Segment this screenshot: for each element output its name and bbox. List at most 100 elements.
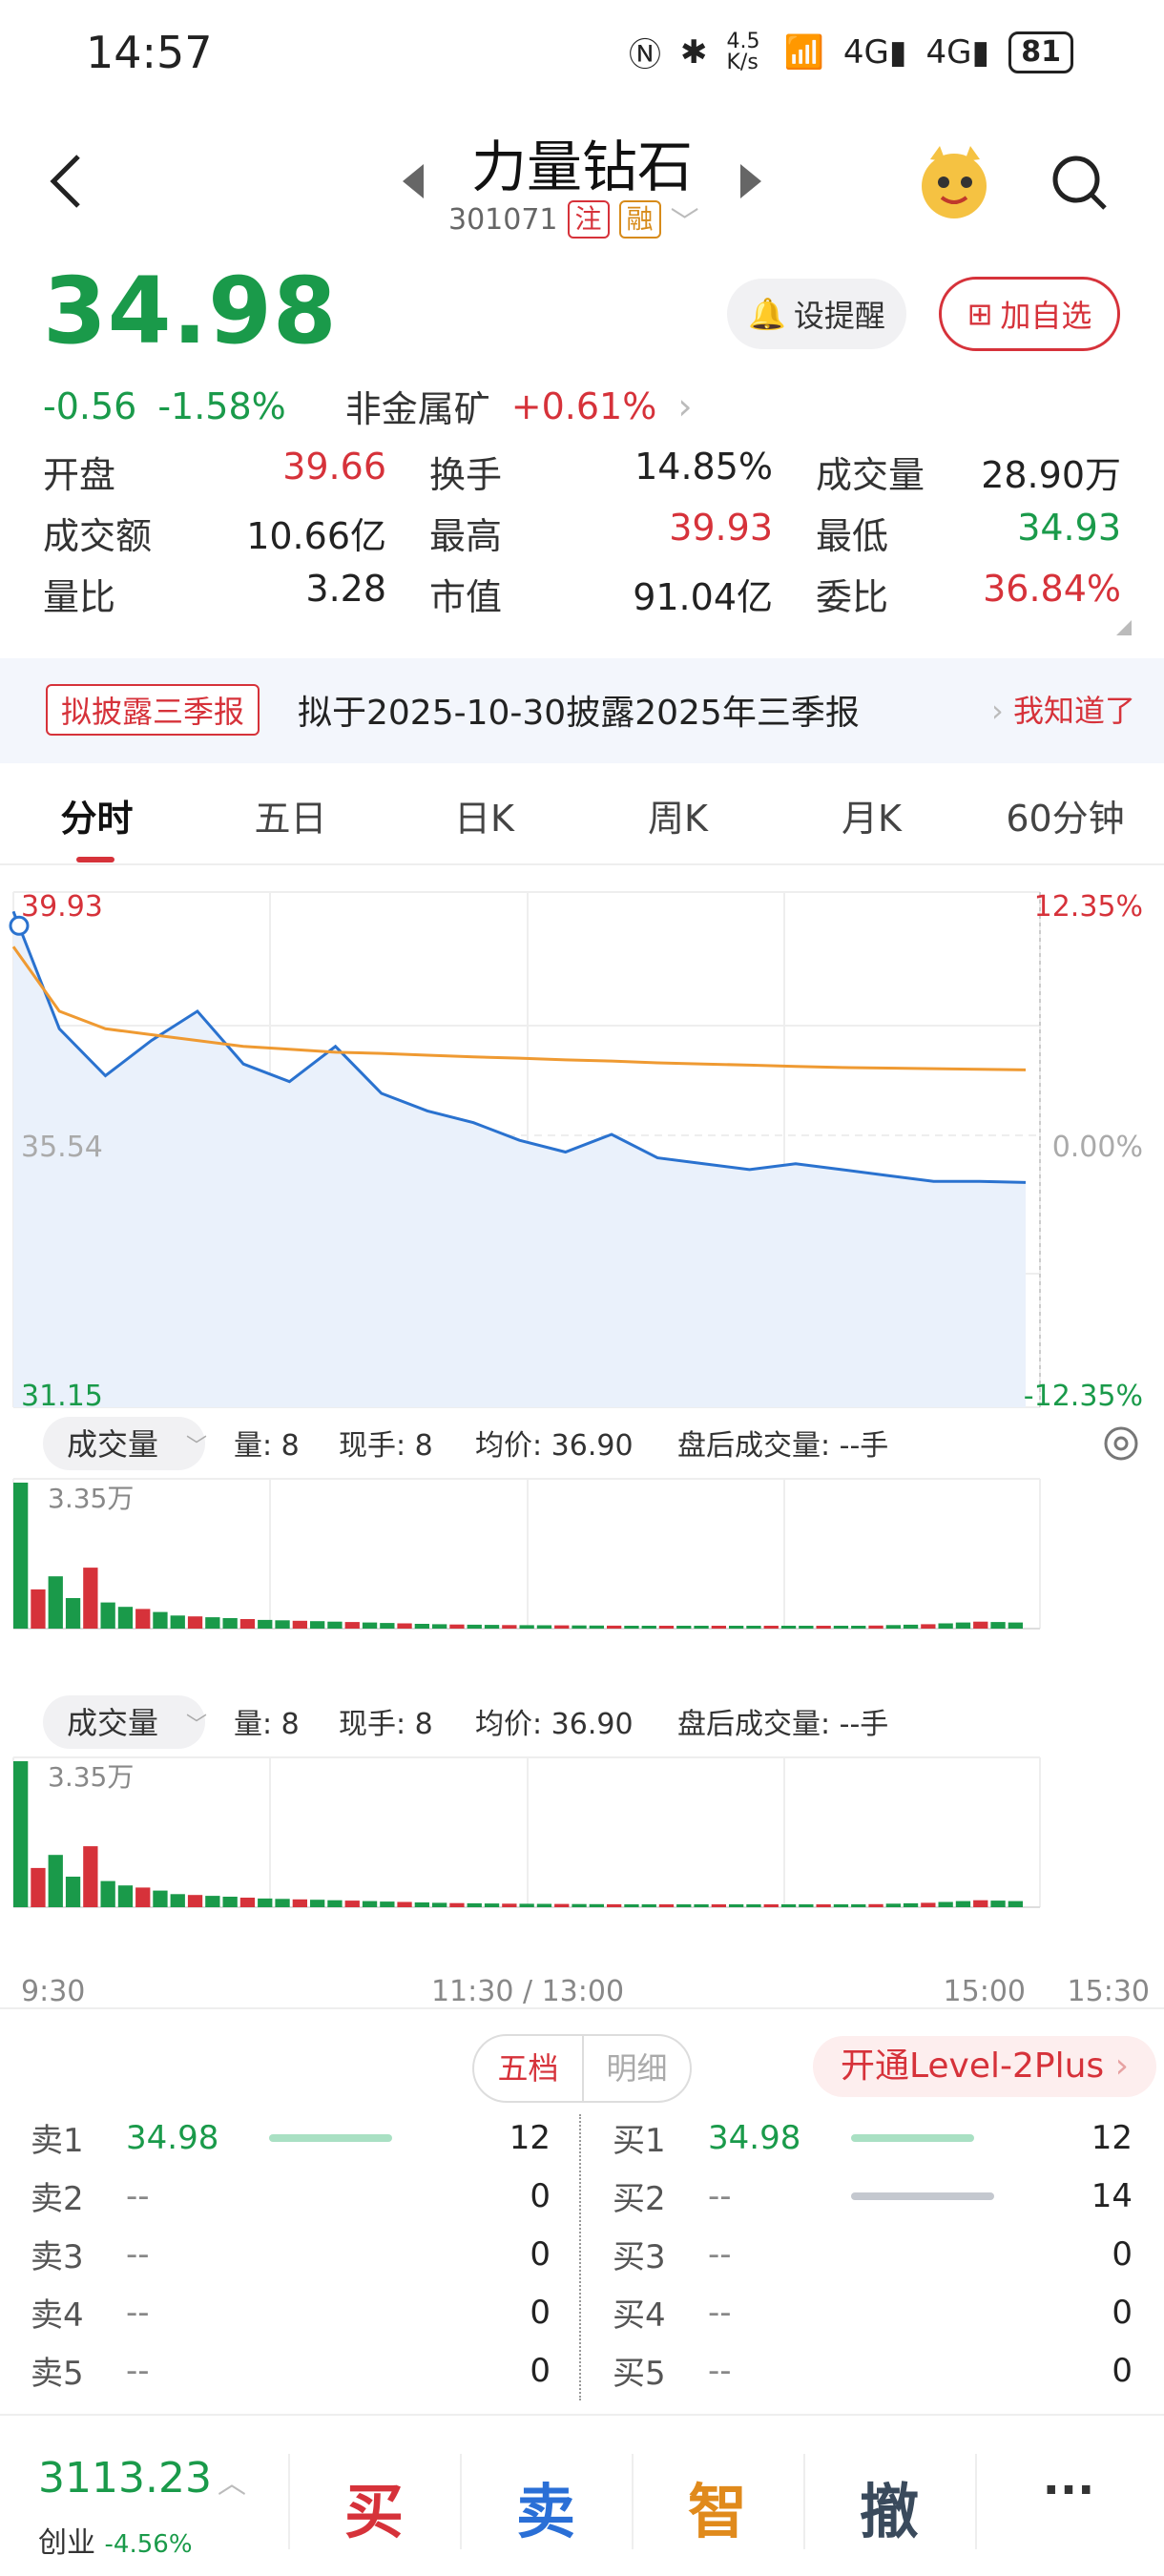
buy-button[interactable]: 买: [288, 2463, 460, 2549]
stat-label: 委比: [816, 575, 889, 618]
intraday-chart[interactable]: 39.93 35.54 31.15 12.35% 0.00% -12.35% 成交量 ﹀ 量: …: [0, 863, 1164, 2018]
corner-expand-icon[interactable]: [1116, 620, 1132, 635]
stat-label: 成交额: [43, 514, 153, 557]
volume-bar: [13, 1761, 29, 1907]
clock: 14:57: [86, 27, 213, 78]
volume-bar: [31, 1867, 46, 1907]
sell-level[interactable]: 卖1 34.98 12: [31, 2109, 551, 2167]
buy-level[interactable]: 买4 -- 0: [613, 2283, 1133, 2341]
sell-level[interactable]: 卖4 -- 0: [31, 2283, 551, 2341]
volume-bar: [484, 1903, 500, 1907]
chart-tabs: 分时 五日 日K 周K 月K 60分钟: [0, 782, 1164, 868]
chevron-up-icon[interactable]: ︿: [218, 2460, 246, 2502]
volume-bar: [432, 1624, 447, 1629]
volume-bar: [65, 1877, 81, 1907]
search-icon[interactable]: [1050, 153, 1111, 214]
sell-level[interactable]: 卖5 -- 0: [31, 2341, 551, 2399]
volume-bar: [780, 1904, 797, 1907]
buy-level[interactable]: 买3 -- 0: [613, 2225, 1133, 2283]
volume-bar: [868, 1625, 883, 1629]
set-alert-button[interactable]: 🔔 设提醒: [727, 279, 906, 349]
smart-button[interactable]: 智: [632, 2463, 803, 2549]
tab-1[interactable]: 五日: [194, 782, 387, 868]
volume-bar: [799, 1904, 814, 1907]
level-label: 买1: [613, 2122, 666, 2160]
level2-upgrade-button[interactable]: 开通Level-2Plus ›: [813, 2036, 1156, 2097]
volume-bar: [536, 1903, 552, 1907]
volume-bar: [833, 1626, 849, 1629]
buy-level[interactable]: 买1 34.98 12: [613, 2109, 1133, 2167]
volume-bar: [973, 1621, 988, 1629]
add-favorite-button[interactable]: ⊞ 加自选: [939, 277, 1120, 351]
after-hours-volume: 盘后成交量: --手: [677, 1708, 888, 1741]
volume-bar: [903, 1902, 919, 1907]
volume-bar: [170, 1894, 185, 1907]
dismiss-banner-button[interactable]: › 我知道了: [991, 687, 1135, 731]
buy-level[interactable]: 买2 -- 14: [613, 2167, 1133, 2225]
volume-bar: [467, 1624, 482, 1629]
volume-bar: [990, 1622, 1006, 1629]
after-hours-volume: 盘后成交量: --手: [677, 1429, 888, 1463]
tab-3[interactable]: 周K: [581, 782, 775, 868]
stat-label: 市值: [429, 575, 503, 618]
volume-bar: [955, 1622, 971, 1629]
cancel-order-button[interactable]: 撤: [803, 2463, 975, 2549]
volume-bar: [641, 1904, 656, 1907]
report-badge: 拟披露三季报: [46, 684, 260, 736]
price-area: [13, 911, 1026, 1407]
index-value[interactable]: 3113.23: [38, 2454, 212, 2503]
volume-bar: [816, 1626, 831, 1629]
tab-5[interactable]: 60分钟: [968, 782, 1162, 868]
volume-bar: [676, 1626, 692, 1629]
tab-2[interactable]: 日K: [387, 782, 581, 868]
tab-five-levels[interactable]: 五档: [474, 2036, 582, 2101]
y-tick-right: 0.00%: [1052, 1131, 1143, 1164]
alert-label: 设提醒: [793, 298, 885, 334]
volume-bar: [83, 1568, 98, 1629]
volume-bar: [799, 1626, 814, 1629]
volume-bar: [729, 1626, 744, 1629]
volume-bar: [554, 1903, 570, 1907]
mascot-icon[interactable]: [911, 138, 997, 224]
stats-row: 开盘 39.66 换手 14.85% 成交量 28.90万: [43, 441, 1121, 502]
level-price: --: [708, 2293, 732, 2332]
next-stock-icon[interactable]: [737, 162, 765, 200]
stat-cell: 委比 36.84%: [816, 568, 1121, 620]
dismiss-label: 我知道了: [1012, 693, 1135, 729]
x-tick: 9:30: [21, 1975, 85, 2008]
chevron-down-icon: ﹀: [186, 1435, 207, 1459]
more-button[interactable]: ···: [983, 2463, 1154, 2517]
volume-bar: [449, 1902, 465, 1907]
tab-details[interactable]: 明细: [582, 2036, 690, 2101]
prev-stock-icon[interactable]: [399, 162, 427, 200]
buy-level[interactable]: 买5 -- 0: [613, 2341, 1133, 2399]
tag-margin: 融: [618, 200, 661, 239]
level-label: 卖3: [31, 2238, 84, 2276]
sell-level[interactable]: 卖2 -- 0: [31, 2167, 551, 2225]
volume-bar: [310, 1900, 325, 1907]
stats-row: 成交额 10.66亿 最高 39.93 最低 34.93: [43, 502, 1121, 563]
chevron-down-icon[interactable]: ﹀: [671, 198, 699, 240]
sector-change[interactable]: +0.61%: [511, 385, 657, 427]
stat-value: 3.28: [305, 567, 386, 610]
volume-bar: [746, 1904, 761, 1907]
volume-bar: [397, 1623, 412, 1629]
tab-4[interactable]: 月K: [775, 782, 968, 868]
sell-level[interactable]: 卖3 -- 0: [31, 2225, 551, 2283]
volume-bar: [432, 1902, 447, 1907]
report-banner[interactable]: 拟披露三季报 拟于2025-10-30披露2025年三季报 › 我知道了: [0, 658, 1164, 763]
level-qty: 0: [530, 2234, 551, 2274]
tab-0[interactable]: 分时: [0, 782, 194, 868]
book-divider: [579, 2114, 581, 2400]
sell-button[interactable]: 卖: [460, 2463, 632, 2549]
stat-cell: 最高 39.93: [429, 507, 773, 559]
stat-cell: 最低 34.93: [816, 507, 1121, 559]
volume-bar: [153, 1611, 168, 1629]
index-name: 创业: [38, 2526, 95, 2560]
chevron-right-icon[interactable]: ›: [677, 385, 692, 427]
volume-bar: [275, 1620, 290, 1629]
level2-label: 开通Level-2Plus: [840, 2046, 1105, 2086]
volume-bar: [658, 1626, 675, 1629]
sector-name[interactable]: 非金属矿: [345, 380, 490, 432]
level-price: --: [708, 2176, 732, 2215]
